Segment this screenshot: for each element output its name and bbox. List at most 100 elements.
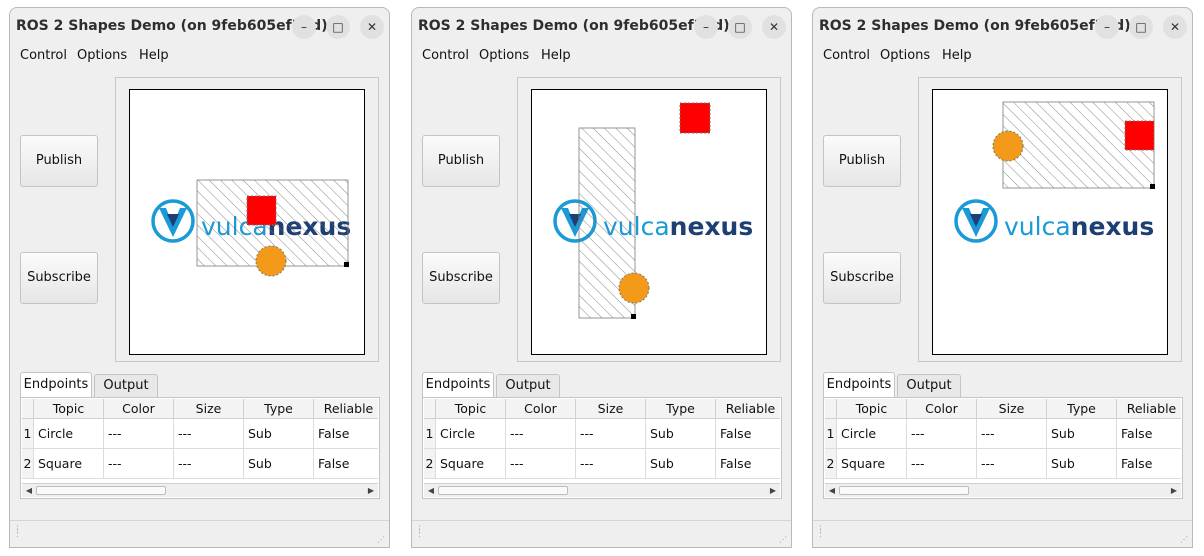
tab-endpoints[interactable]: Endpoints <box>422 372 494 398</box>
menu-options[interactable]: Options <box>479 48 529 63</box>
drag-handle-icon[interactable]: ⋮ ⋮ <box>415 526 424 539</box>
tab-output[interactable]: Output <box>94 374 158 397</box>
table-cell-color[interactable]: --- <box>907 419 977 449</box>
filter-resize-handle[interactable] <box>344 262 349 267</box>
column-header-topic[interactable]: Topic <box>436 399 506 419</box>
column-header-type[interactable]: Type <box>1047 399 1117 419</box>
horizontal-scrollbar[interactable]: ◀ ▶ <box>825 483 1181 497</box>
table-cell-reliable[interactable]: False <box>1117 419 1181 449</box>
column-header-color[interactable]: Color <box>907 399 977 419</box>
maximize-button[interactable]: □ <box>326 15 350 39</box>
publish-button[interactable]: Publish <box>823 135 901 187</box>
row-number[interactable]: 2 <box>22 449 34 479</box>
table-cell-type[interactable]: Sub <box>646 449 716 479</box>
table-cell-color[interactable]: --- <box>104 419 174 449</box>
publish-button[interactable]: Publish <box>422 135 500 187</box>
menu-control[interactable]: Control <box>20 48 67 63</box>
menu-control[interactable]: Control <box>823 48 870 63</box>
scroll-right-icon[interactable]: ▶ <box>766 484 780 497</box>
column-header-size[interactable]: Size <box>977 399 1047 419</box>
horizontal-scrollbar[interactable]: ◀ ▶ <box>22 483 378 497</box>
scroll-right-icon[interactable]: ▶ <box>1167 484 1181 497</box>
row-number[interactable]: 2 <box>424 449 436 479</box>
minimize-button[interactable]: – <box>694 15 718 39</box>
column-header-reliable[interactable]: Reliable <box>716 399 780 419</box>
drag-handle-icon[interactable]: ⋮ ⋮ <box>13 526 22 539</box>
drag-handle-icon[interactable]: ⋮ ⋮ <box>816 526 825 539</box>
menu-control[interactable]: Control <box>422 48 469 63</box>
column-header-size[interactable]: Size <box>576 399 646 419</box>
row-number[interactable]: 1 <box>424 419 436 449</box>
tab-endpoints[interactable]: Endpoints <box>20 372 92 398</box>
resize-grip-icon[interactable]: ⋰ <box>779 535 789 545</box>
table-cell-reliable[interactable]: False <box>716 419 780 449</box>
table-cell-size[interactable]: --- <box>576 419 646 449</box>
column-header-reliable[interactable]: Reliable <box>1117 399 1181 419</box>
minimize-button[interactable]: – <box>1095 15 1119 39</box>
menu-options[interactable]: Options <box>880 48 930 63</box>
title-bar[interactable]: ROS 2 Shapes Demo (on 9feb605ef34d) – □ … <box>813 8 1192 46</box>
subscribe-button[interactable]: Subscribe <box>20 252 98 304</box>
menu-help[interactable]: Help <box>942 48 972 63</box>
shapes-canvas[interactable]: vulcanexus <box>129 89 365 355</box>
column-header-color[interactable]: Color <box>104 399 174 419</box>
column-header-size[interactable]: Size <box>174 399 244 419</box>
resize-grip-icon[interactable]: ⋰ <box>377 535 387 545</box>
table-cell-color[interactable]: --- <box>104 449 174 479</box>
table-cell-topic[interactable]: Circle <box>837 419 907 449</box>
filter-resize-handle[interactable] <box>631 314 636 319</box>
title-bar[interactable]: ROS 2 Shapes Demo (on 9feb605ef34d) – □ … <box>10 8 389 46</box>
table-cell-reliable[interactable]: False <box>314 419 378 449</box>
scrollbar-thumb[interactable] <box>839 486 969 495</box>
table-cell-reliable[interactable]: False <box>1117 449 1181 479</box>
tab-output[interactable]: Output <box>496 374 560 397</box>
filter-resize-handle[interactable] <box>1150 184 1155 189</box>
maximize-button[interactable]: □ <box>728 15 752 39</box>
table-cell-topic[interactable]: Square <box>436 449 506 479</box>
table-cell-size[interactable]: --- <box>174 419 244 449</box>
table-cell-topic[interactable]: Square <box>837 449 907 479</box>
subscribe-button[interactable]: Subscribe <box>823 252 901 304</box>
table-cell-size[interactable]: --- <box>174 449 244 479</box>
table-cell-color[interactable]: --- <box>506 419 576 449</box>
scrollbar-thumb[interactable] <box>36 486 166 495</box>
horizontal-scrollbar[interactable]: ◀ ▶ <box>424 483 780 497</box>
minimize-button[interactable]: – <box>292 15 316 39</box>
row-number[interactable]: 2 <box>825 449 837 479</box>
menu-help[interactable]: Help <box>541 48 571 63</box>
scrollbar-thumb[interactable] <box>438 486 568 495</box>
column-header-topic[interactable]: Topic <box>34 399 104 419</box>
table-cell-topic[interactable]: Circle <box>34 419 104 449</box>
table-cell-topic[interactable]: Square <box>34 449 104 479</box>
menu-help[interactable]: Help <box>139 48 169 63</box>
scroll-left-icon[interactable]: ◀ <box>424 484 438 497</box>
table-cell-type[interactable]: Sub <box>1047 419 1117 449</box>
column-header-topic[interactable]: Topic <box>837 399 907 419</box>
table-cell-reliable[interactable]: False <box>716 449 780 479</box>
column-header-color[interactable]: Color <box>506 399 576 419</box>
shapes-canvas[interactable]: vulcanexus <box>932 89 1168 355</box>
scroll-left-icon[interactable]: ◀ <box>825 484 839 497</box>
column-header-type[interactable]: Type <box>244 399 314 419</box>
table-cell-type[interactable]: Sub <box>244 419 314 449</box>
scroll-left-icon[interactable]: ◀ <box>22 484 36 497</box>
shapes-canvas[interactable]: vulcanexus <box>531 89 767 355</box>
tab-endpoints[interactable]: Endpoints <box>823 372 895 398</box>
close-button[interactable]: ✕ <box>360 15 384 39</box>
title-bar[interactable]: ROS 2 Shapes Demo (on 9feb605ef34d) – □ … <box>412 8 791 46</box>
row-number[interactable]: 1 <box>22 419 34 449</box>
table-cell-size[interactable]: --- <box>576 449 646 479</box>
table-cell-type[interactable]: Sub <box>646 419 716 449</box>
table-cell-topic[interactable]: Circle <box>436 419 506 449</box>
maximize-button[interactable]: □ <box>1129 15 1153 39</box>
table-cell-color[interactable]: --- <box>506 449 576 479</box>
close-button[interactable]: ✕ <box>762 15 786 39</box>
column-header-reliable[interactable]: Reliable <box>314 399 378 419</box>
table-cell-size[interactable]: --- <box>977 419 1047 449</box>
subscribe-button[interactable]: Subscribe <box>422 252 500 304</box>
table-cell-type[interactable]: Sub <box>1047 449 1117 479</box>
menu-options[interactable]: Options <box>77 48 127 63</box>
resize-grip-icon[interactable]: ⋰ <box>1180 535 1190 545</box>
publish-button[interactable]: Publish <box>20 135 98 187</box>
table-cell-size[interactable]: --- <box>977 449 1047 479</box>
